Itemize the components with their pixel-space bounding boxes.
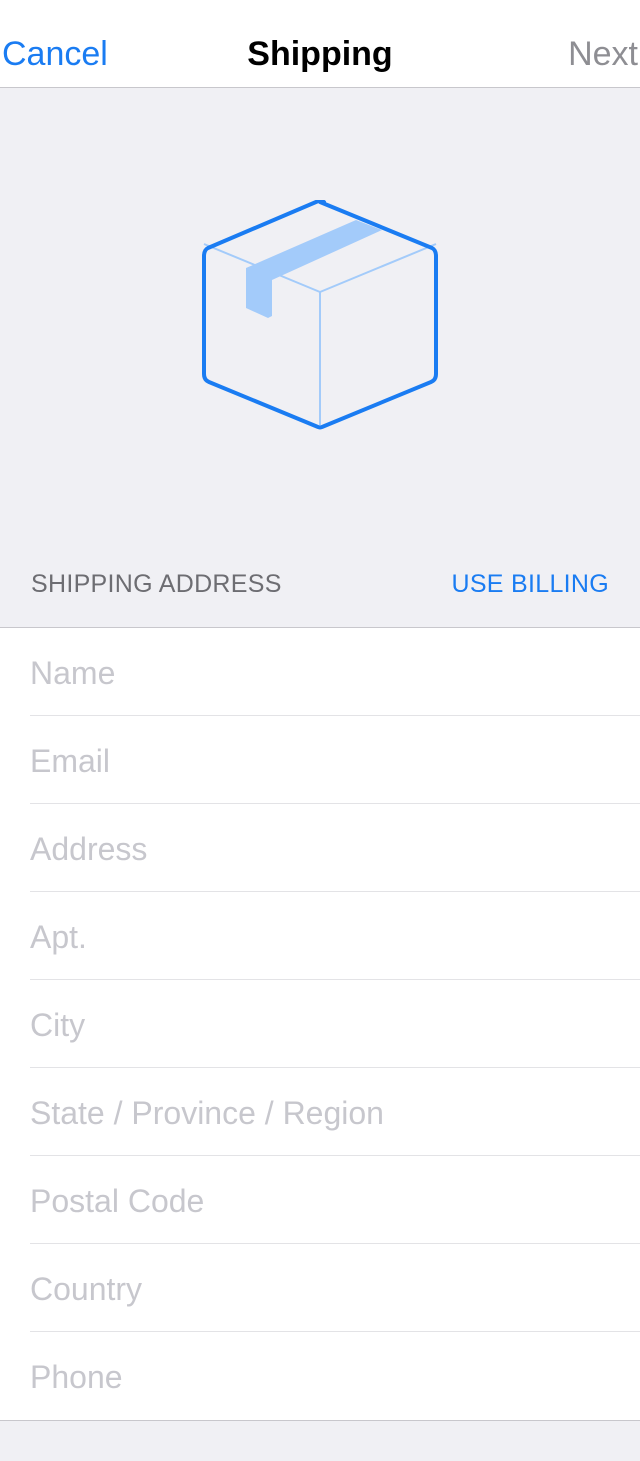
postal-code-field[interactable] xyxy=(30,1156,630,1245)
form-row-postal-code xyxy=(30,1156,640,1245)
shipping-address-header: SHIPPING ADDRESS USE BILLING xyxy=(0,540,640,628)
form-row-name xyxy=(30,628,640,717)
apt-field[interactable] xyxy=(30,892,630,981)
form-row-apt xyxy=(30,892,640,981)
address-field[interactable] xyxy=(30,804,630,893)
shipping-form xyxy=(0,628,640,1421)
city-field[interactable] xyxy=(30,980,630,1069)
country-field[interactable] xyxy=(30,1244,630,1333)
form-row-city xyxy=(30,980,640,1069)
section-title: SHIPPING ADDRESS xyxy=(31,570,282,598)
email-field[interactable] xyxy=(30,716,630,805)
cancel-button[interactable]: Cancel xyxy=(2,0,108,88)
phone-field[interactable] xyxy=(30,1332,630,1421)
form-row-email xyxy=(30,716,640,805)
hero-area xyxy=(0,88,640,540)
package-box-icon xyxy=(202,200,438,430)
form-row-address xyxy=(30,804,640,893)
form-row-country xyxy=(30,1244,640,1333)
form-row-state xyxy=(30,1068,640,1157)
name-field[interactable] xyxy=(30,628,630,717)
next-button[interactable]: Next xyxy=(568,0,638,88)
state-field[interactable] xyxy=(30,1068,630,1157)
form-row-phone xyxy=(30,1332,640,1421)
use-billing-button[interactable]: USE BILLING xyxy=(451,570,609,599)
navigation-bar: Cancel Shipping Next xyxy=(0,0,640,88)
